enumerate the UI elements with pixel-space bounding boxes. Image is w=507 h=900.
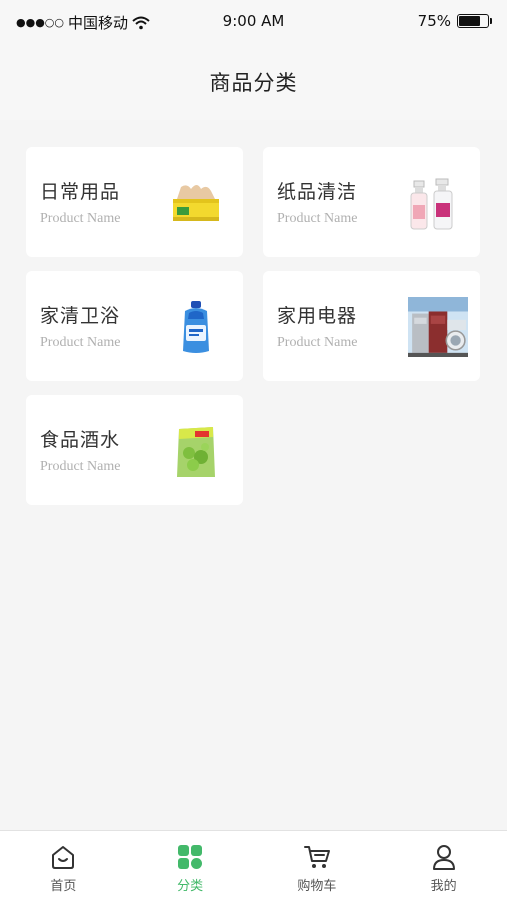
tab-home[interactable]: 首页 [0,831,127,900]
status-right: 75% [417,12,492,30]
battery-percent: 75% [417,12,451,30]
tab-label: 我的 [430,879,457,894]
category-subtitle: Product Name [277,335,358,350]
profile-icon [432,845,455,870]
bottom-tab-bar: 首页 分类 购物车 我的 [0,830,507,900]
battery-icon [457,14,492,28]
tab-label: 购物车 [297,879,337,894]
tab-label: 分类 [177,879,204,894]
category-title: 纸品清洁 [277,181,358,203]
category-card-appliances[interactable]: 家用电器 Product Name [263,271,480,381]
home-icon [52,846,75,869]
category-grid: 日常用品 Product Name 纸品清洁 Product Name 家清卫浴… [26,147,482,505]
battery-level [459,16,480,26]
category-title: 食品酒水 [40,429,121,451]
category-card-food-drinks[interactable]: 食品酒水 Product Name [26,395,243,505]
snack-pack-icon [177,427,215,477]
tab-profile[interactable]: 我的 [380,831,507,900]
tab-category[interactable]: 分类 [127,831,254,900]
cart-icon [303,846,330,868]
category-card-daily-goods[interactable]: 日常用品 Product Name [26,147,243,257]
category-grid-icon [178,845,203,869]
tab-cart[interactable]: 购物车 [254,831,381,900]
page-title: 商品分类 [209,71,298,95]
category-subtitle: Product Name [40,211,121,226]
category-card-home-bath[interactable]: 家清卫浴 Product Name [26,271,243,381]
page-header: 商品分类 [0,44,507,120]
category-subtitle: Product Name [277,211,358,226]
category-title: 日常用品 [40,181,121,203]
category-subtitle: Product Name [40,459,121,474]
tissue-box-icon [173,185,219,221]
category-title: 家清卫浴 [40,305,121,327]
detergent-bottle-icon [183,301,209,353]
spray-bottles-icon [410,178,453,230]
category-subtitle: Product Name [40,335,121,350]
status-bar: ●●●○○ 中国移动 9:00 AM 75% [0,0,507,44]
appliances-icon [408,297,468,357]
tab-label: 首页 [50,879,77,894]
category-card-paper-cleaning[interactable]: 纸品清洁 Product Name [263,147,480,257]
category-title: 家用电器 [277,305,358,327]
